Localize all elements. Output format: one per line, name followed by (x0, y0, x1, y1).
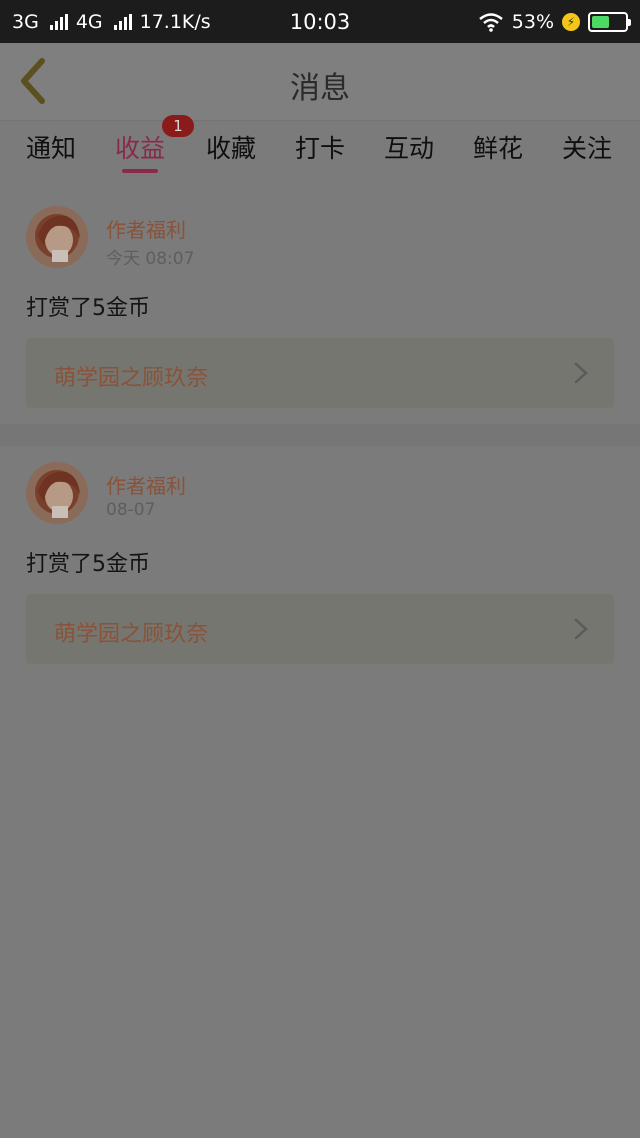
message-time: 08-07 (106, 500, 156, 520)
tab-active-indicator (122, 169, 158, 173)
sender-name: 作者福利 (106, 474, 186, 498)
sender-name: 作者福利 (106, 218, 186, 242)
status-bar: 3G 4G 17.1K/s 10:03 53% ⚡ (0, 0, 640, 43)
section-divider (0, 424, 640, 446)
tab-favorites[interactable]: 收藏 (196, 129, 266, 165)
tab-follow[interactable]: 关注 (552, 129, 622, 165)
avatar[interactable] (26, 462, 88, 524)
tab-bar: 通知 收益 1 收藏 打卡 互动 鲜花 关注 (0, 115, 640, 179)
signal-icon (49, 13, 68, 30)
book-title: 萌学园之顾玖奈 (54, 366, 209, 391)
message-time: 今天 08:07 (106, 249, 195, 269)
header: 消息 (0, 43, 640, 121)
battery-level (592, 15, 609, 28)
charging-icon: ⚡ (562, 12, 580, 31)
tab-badge: 1 (162, 115, 194, 137)
network-label-1: 3G (12, 10, 39, 33)
network-label-2: 4G (75, 10, 103, 33)
chevron-right-icon (574, 618, 588, 640)
message-text: 打赏了5金币 (26, 552, 150, 577)
battery-icon (588, 11, 631, 32)
message-text: 打赏了5金币 (26, 296, 150, 321)
battery-percent: 53% (511, 10, 554, 33)
message-card: 作者福利 08-07 打赏了5金币 萌学园之顾玖奈 (0, 446, 640, 682)
book-link[interactable]: 萌学园之顾玖奈 (26, 594, 614, 664)
page-title: 消息 (290, 71, 350, 106)
book-title: 萌学园之顾玖奈 (54, 622, 209, 647)
tab-checkin[interactable]: 打卡 (285, 129, 355, 165)
tab-notify[interactable]: 通知 (16, 129, 86, 165)
tab-flowers[interactable]: 鲜花 (463, 129, 533, 165)
message-card: 作者福利 今天 08:07 打赏了5金币 萌学园之顾玖奈 (0, 190, 640, 424)
tab-earnings[interactable]: 收益 (105, 129, 175, 165)
wifi-icon (478, 12, 503, 32)
avatar[interactable] (26, 206, 88, 268)
status-bar-right: 53% ⚡ (478, 10, 631, 33)
chevron-right-icon (574, 362, 588, 384)
status-bar-left: 3G 4G 17.1K/s (12, 11, 211, 33)
signal-icon (113, 13, 132, 30)
book-link[interactable]: 萌学园之顾玖奈 (26, 338, 614, 408)
tab-interaction[interactable]: 互动 (374, 129, 444, 165)
network-speed: 17.1K/s (139, 10, 211, 33)
